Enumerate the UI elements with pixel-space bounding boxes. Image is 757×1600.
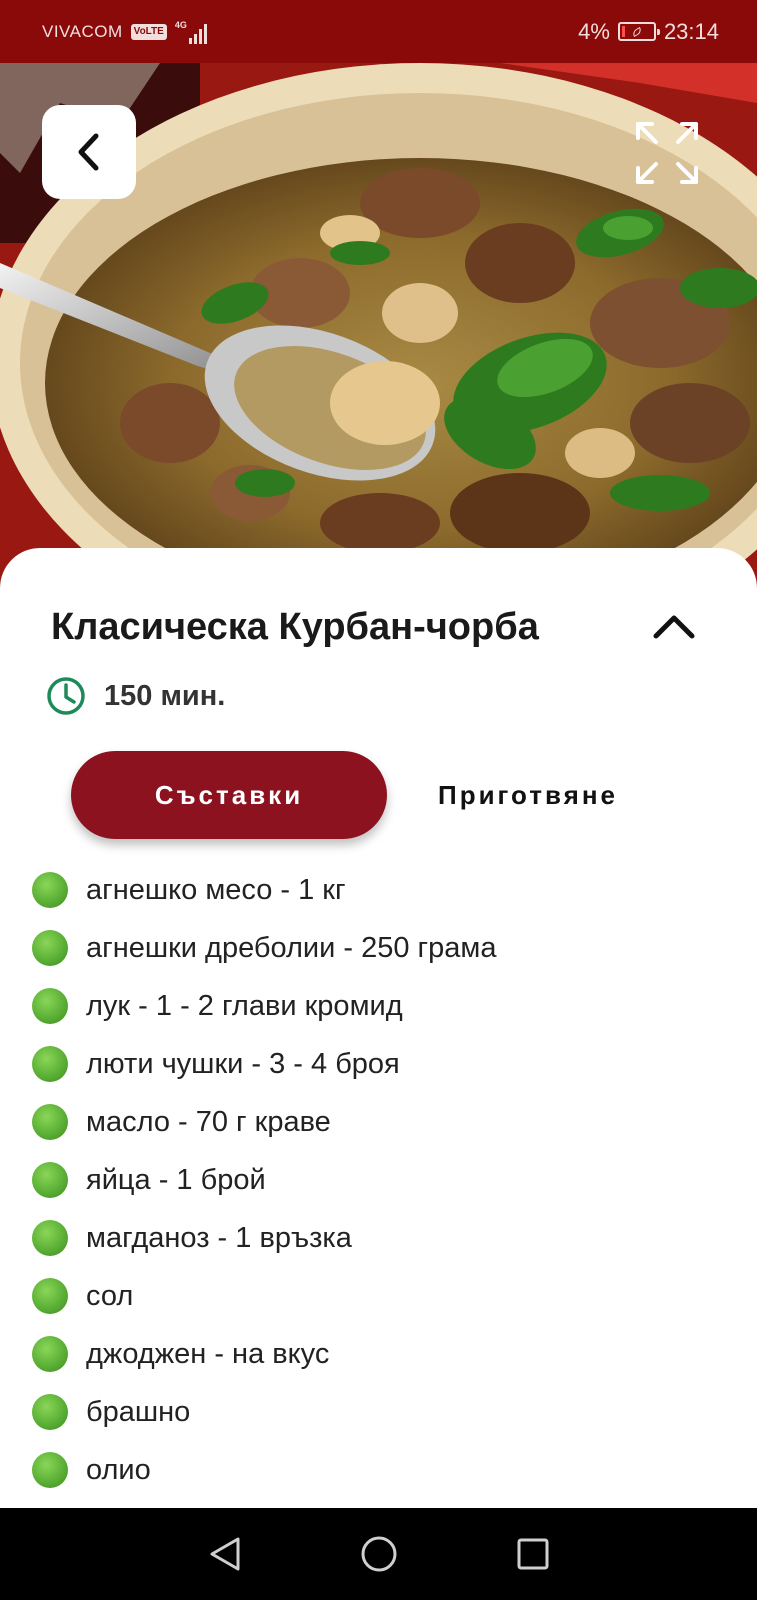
green-circle-icon <box>32 988 68 1024</box>
nav-back-button[interactable] <box>203 1532 247 1576</box>
list-item: масло - 70 г краве <box>32 1093 496 1151</box>
green-circle-icon <box>32 1278 68 1314</box>
recipe-card: Класическа Курбан-чорба 150 мин. Съставк… <box>0 548 757 1508</box>
ingredient-list: агнешко месо - 1 кг агнешки дреболии - 2… <box>32 861 496 1499</box>
chevron-left-icon <box>78 133 99 171</box>
status-right: 4% 23:14 <box>578 19 719 45</box>
list-item: магданоз - 1 връзка <box>32 1209 496 1267</box>
green-circle-icon <box>32 1452 68 1488</box>
ingredient-text: лук - 1 - 2 глави кромид <box>86 989 403 1022</box>
list-item: лук - 1 - 2 глави кромид <box>32 977 496 1035</box>
green-circle-icon <box>32 1394 68 1430</box>
status-bar: VIVACOM VoLTE 4G 4% 23:14 <box>0 0 757 63</box>
expand-icon <box>636 122 698 184</box>
battery-percent: 4% <box>578 18 610 44</box>
nav-recents-button[interactable] <box>511 1532 555 1576</box>
green-circle-icon <box>32 1220 68 1256</box>
ingredient-text: брашно <box>86 1395 191 1428</box>
cook-time: 150 мин. <box>46 676 225 716</box>
green-circle-icon <box>32 930 68 966</box>
nav-home-button[interactable] <box>357 1532 401 1576</box>
volte-badge: VoLTE <box>130 23 167 40</box>
green-circle-icon <box>32 1162 68 1198</box>
chevron-up-icon <box>653 615 695 639</box>
ingredient-text: люти чушки - 3 - 4 броя <box>86 1047 400 1080</box>
ingredient-text: джоджен - на вкус <box>86 1337 330 1370</box>
green-circle-icon <box>32 872 68 908</box>
recipe-title: Класическа Курбан-чорба <box>51 606 539 648</box>
list-item: сол <box>32 1267 496 1325</box>
home-circle-icon <box>361 1536 396 1572</box>
back-triangle-icon <box>210 1537 239 1571</box>
ingredient-text: агнешки дреболии - 250 грама <box>86 931 497 964</box>
list-item: брашно <box>32 1383 496 1441</box>
fullscreen-button[interactable] <box>632 118 702 188</box>
clock-icon <box>47 677 85 715</box>
list-item: люти чушки - 3 - 4 броя <box>32 1035 496 1093</box>
cook-time-value: 150 мин. <box>104 679 226 712</box>
list-item: агнешки дреболии - 250 грама <box>32 919 496 977</box>
recents-square-icon <box>517 1538 548 1570</box>
ingredient-text: сол <box>86 1279 134 1312</box>
tab-ingredients[interactable]: Съставки <box>71 751 387 839</box>
green-circle-icon <box>32 1046 68 1082</box>
system-nav-bar <box>0 1508 757 1600</box>
clock-time: 23:14 <box>663 18 719 44</box>
ingredient-text: яйца - 1 брой <box>86 1163 266 1196</box>
network-type: 4G <box>174 19 187 30</box>
tab-preparation[interactable]: Приготвяне <box>405 751 651 839</box>
battery-icon <box>617 22 660 41</box>
ingredient-text: агнешко месо - 1 кг <box>86 873 346 906</box>
ingredient-text: магданоз - 1 връзка <box>86 1221 352 1254</box>
list-item: олио <box>32 1441 496 1499</box>
status-left: VIVACOM VoLTE 4G <box>42 20 207 44</box>
ingredient-text: олио <box>86 1453 151 1486</box>
back-button[interactable] <box>42 105 136 199</box>
list-item: джоджен - на вкус <box>32 1325 496 1383</box>
list-item: агнешко месо - 1 кг <box>32 861 496 919</box>
collapse-button[interactable] <box>646 604 702 648</box>
carrier-name: VIVACOM <box>42 21 123 41</box>
ingredient-text: масло - 70 г краве <box>86 1105 331 1138</box>
signal-icon: 4G <box>175 20 207 44</box>
list-item: яйца - 1 брой <box>32 1151 496 1209</box>
green-circle-icon <box>32 1336 68 1372</box>
green-circle-icon <box>32 1104 68 1140</box>
